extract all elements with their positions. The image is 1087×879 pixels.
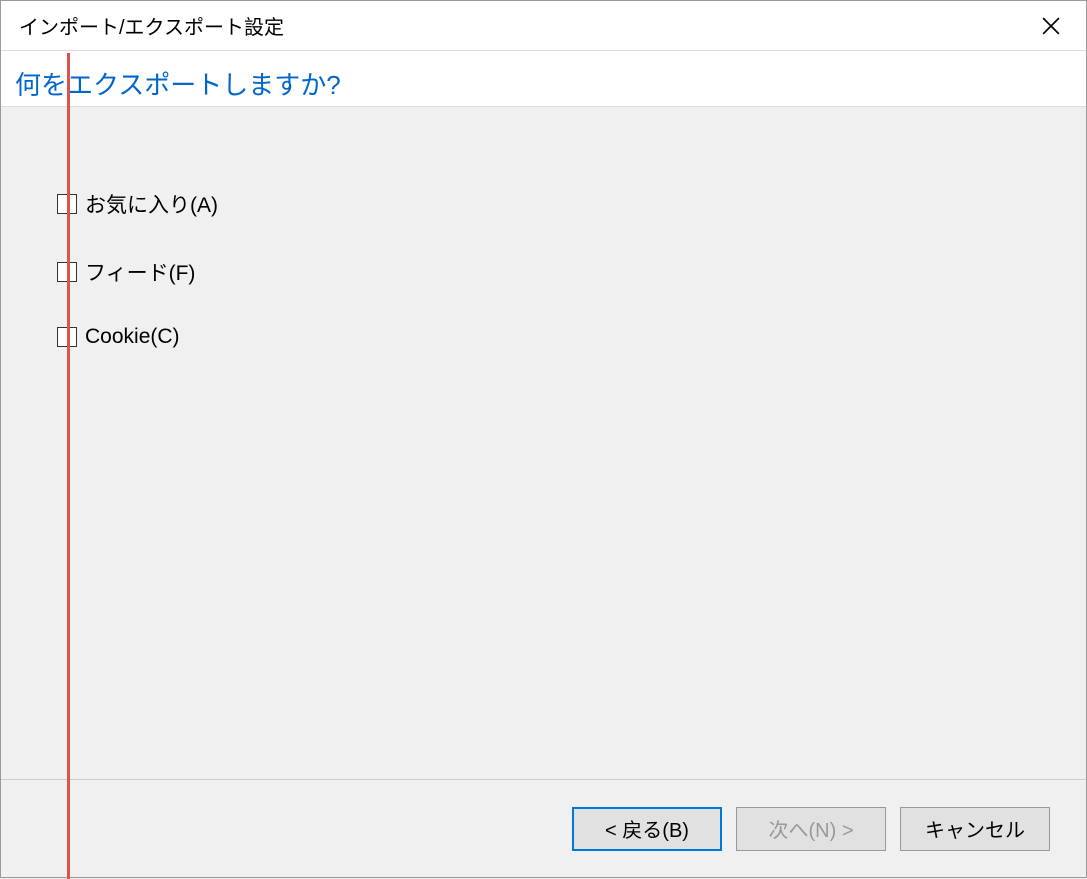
dialog-window: インポート/エクスポート設定 何をエクスポートしますか? お気に入り(A) フィ…: [0, 0, 1087, 878]
back-button[interactable]: < 戻る(B): [572, 807, 722, 851]
header-section: 何をエクスポートしますか?: [1, 51, 1086, 107]
checkbox-cookie[interactable]: Cookie(C): [57, 325, 1030, 349]
footer-area: < 戻る(B) 次へ(N) > キャンセル: [1, 779, 1086, 877]
checkbox-label: フィード(F): [85, 257, 195, 287]
checkbox-feed[interactable]: フィード(F): [57, 257, 1030, 287]
cancel-button[interactable]: キャンセル: [900, 807, 1050, 851]
titlebar: インポート/エクスポート設定: [1, 1, 1086, 51]
close-icon: [1042, 17, 1060, 35]
checkbox-label: Cookie(C): [85, 325, 180, 349]
close-button[interactable]: [1032, 7, 1070, 45]
content-area: お気に入り(A) フィード(F) Cookie(C): [1, 107, 1086, 779]
checkbox-label: お気に入り(A): [85, 189, 218, 219]
checkbox-favorites[interactable]: お気に入り(A): [57, 189, 1030, 219]
header-question: 何をエクスポートしますか?: [15, 65, 1072, 102]
next-button: 次へ(N) >: [736, 807, 886, 851]
window-title: インポート/エクスポート設定: [19, 11, 1032, 40]
annotation-vertical-line: [67, 53, 70, 879]
